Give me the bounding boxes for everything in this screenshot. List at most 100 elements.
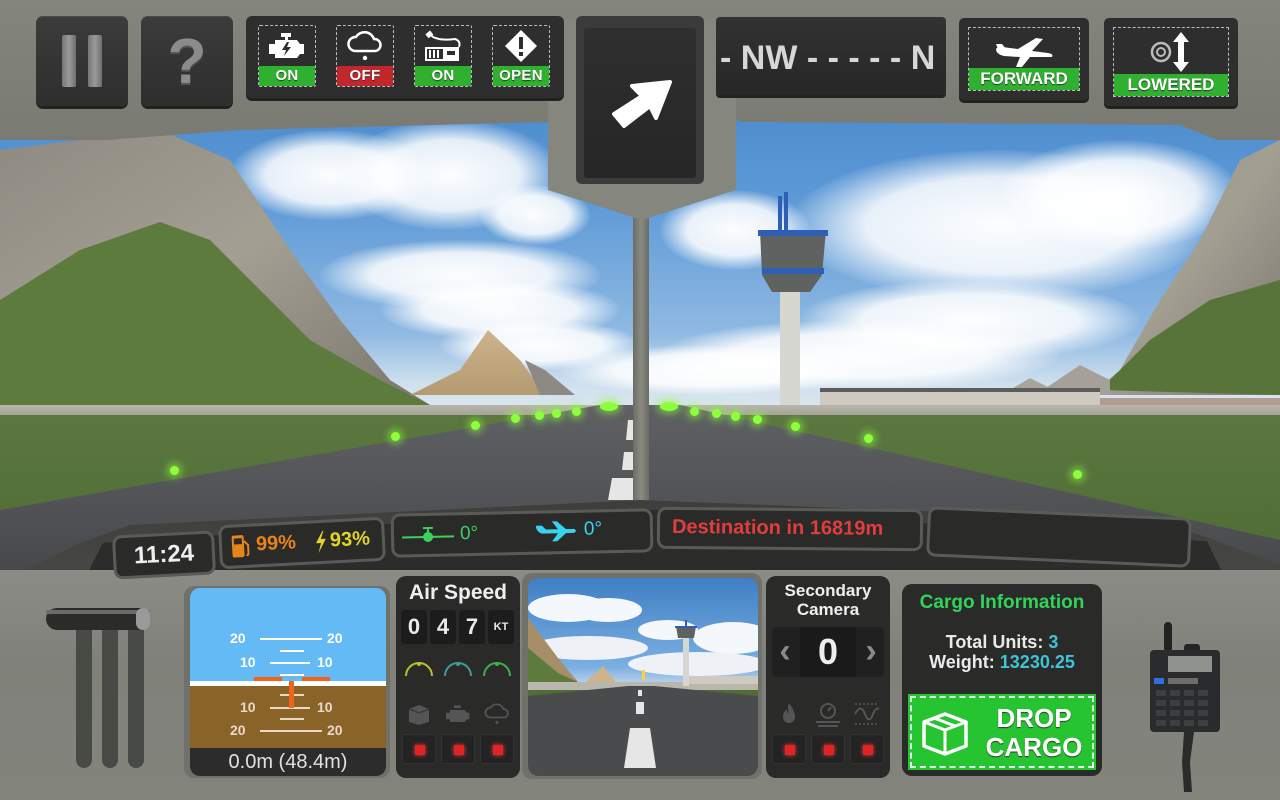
door-toggle[interactable]: OPEN — [492, 25, 550, 87]
camera-selector: ‹ 0 › — [772, 627, 884, 677]
attitude-readout: 0° 0° — [393, 511, 651, 555]
pitch-label: 20 — [327, 630, 343, 646]
pause-icon — [56, 35, 108, 87]
runway-light — [712, 409, 721, 418]
cargo-indicator — [402, 734, 436, 764]
horizon-sky — [190, 588, 386, 682]
rain-indicator — [480, 734, 514, 764]
radio-device-icon — [415, 28, 471, 64]
radio-toggle[interactable]: ON — [414, 25, 472, 87]
title-line: Secondary — [784, 581, 872, 600]
gauge-icon — [483, 662, 511, 677]
rain-toggle[interactable]: OFF — [336, 25, 394, 87]
landing-gear-button[interactable]: LOWERED — [1104, 18, 1238, 106]
engine-icon — [259, 28, 315, 64]
radio-toggle-label: ON — [415, 66, 471, 86]
runway-light — [690, 407, 699, 416]
battery-level: 93% — [329, 527, 371, 552]
clock-display: 11:24 — [115, 533, 213, 577]
landing-gear-label: LOWERED — [1114, 74, 1228, 96]
camera-prev-button[interactable]: ‹ — [772, 627, 798, 677]
clock-time: 11:24 — [133, 539, 195, 570]
pitch-label: 10 — [240, 699, 256, 715]
airspeed-title: Air Speed — [408, 581, 508, 604]
airplane-heading-icon — [535, 521, 576, 542]
airspeed-panel: Air Speed 0 4 7 KT — [396, 576, 520, 778]
camera-next-button[interactable]: › — [858, 627, 884, 677]
compass-strip: - NW - - - - - N — [716, 17, 946, 95]
runway-light — [471, 421, 480, 430]
pitch-label: 10 — [317, 654, 333, 670]
engine-toggle-label: ON — [259, 66, 315, 86]
runway-light — [731, 412, 740, 421]
secondary-camera-view — [528, 578, 758, 776]
drop-label-line: DROP — [996, 703, 1072, 733]
cargo-box-icon — [922, 712, 968, 756]
units-label: Total Units: — [945, 632, 1049, 652]
pitch-label: 20 — [327, 722, 343, 738]
waveform-icon — [852, 700, 882, 728]
secondary-camera-panel: Secondary Camera ‹ 0 › — [766, 576, 890, 778]
airplane-icon — [969, 32, 1079, 72]
runway-light — [600, 402, 618, 411]
warning-diamond-icon — [493, 28, 549, 64]
rain-toggle-label: OFF — [337, 66, 393, 86]
fuel-level: 99% — [255, 531, 297, 556]
fire-indicator — [772, 734, 806, 764]
cargo-box-icon — [404, 700, 434, 728]
lightning-icon — [316, 530, 326, 554]
cargo-total-units: Total Units: 3 — [902, 632, 1102, 653]
cargo-title: Cargo Information — [919, 592, 1085, 613]
rain-cloud-icon — [482, 700, 512, 728]
pressure-gauge-icon — [813, 700, 843, 728]
secondary-camera-title: Secondary Camera — [766, 581, 890, 619]
fuel-pump-icon — [231, 535, 250, 558]
runway-light — [1073, 470, 1082, 479]
airspeed-digit: 0 — [401, 610, 427, 644]
runway-light — [391, 432, 400, 441]
runway-light — [660, 402, 678, 411]
altitude-readout: 0.0m (48.4m) — [190, 748, 386, 776]
runway-light — [753, 415, 762, 424]
engine-icon — [443, 700, 473, 728]
runway-light — [864, 434, 873, 443]
status-toggle-panel: ON OFF ON OPEN — [246, 16, 564, 98]
weight-value: 13230.25 — [999, 652, 1075, 672]
drop-cargo-label: DROP CARGO — [976, 704, 1092, 762]
runway-light — [170, 466, 179, 475]
airspeed-digit: 4 — [430, 610, 456, 644]
arrow-up-right-icon — [612, 80, 672, 128]
roll-value: 0° — [583, 518, 603, 540]
units-value: 3 — [1048, 632, 1059, 652]
wheel-up-down-icon — [1114, 32, 1228, 72]
engine-toggle[interactable]: ON — [258, 25, 316, 87]
title-line: Camera — [796, 600, 860, 619]
pitch-label: 20 — [230, 630, 246, 646]
throttle-lever[interactable] — [46, 606, 156, 776]
waveform-indicator — [850, 734, 884, 764]
radio-handset[interactable] — [1148, 622, 1228, 792]
fire-icon — [774, 700, 804, 728]
flight-direction-label: FORWARD — [969, 68, 1079, 90]
flight-direction-button[interactable]: FORWARD — [959, 18, 1089, 100]
horizon-line — [190, 681, 386, 686]
gauge-icon — [405, 662, 433, 677]
help-button[interactable]: ? — [141, 16, 233, 106]
pitch-label: 10 — [240, 654, 256, 670]
destination-display: Destination in 16819m — [659, 509, 921, 549]
pitch-indicator-icon — [402, 526, 455, 542]
pitch-value: 0° — [459, 522, 479, 545]
runway-light — [552, 409, 561, 418]
destination-distance: Destination in 16819m — [671, 515, 884, 540]
runway-light — [535, 411, 544, 420]
windshield-strut — [633, 190, 649, 510]
drop-cargo-button[interactable]: DROP CARGO — [910, 696, 1094, 768]
weight-label: Weight: — [929, 652, 1000, 672]
camera-scene — [528, 594, 758, 776]
waypoint-direction-indicator — [576, 16, 704, 184]
rain-cloud-icon — [337, 28, 393, 64]
pitch-label: 20 — [230, 722, 246, 738]
airspeed-digit: 7 — [459, 610, 485, 644]
runway-light — [572, 407, 581, 416]
pause-button[interactable] — [36, 16, 128, 106]
